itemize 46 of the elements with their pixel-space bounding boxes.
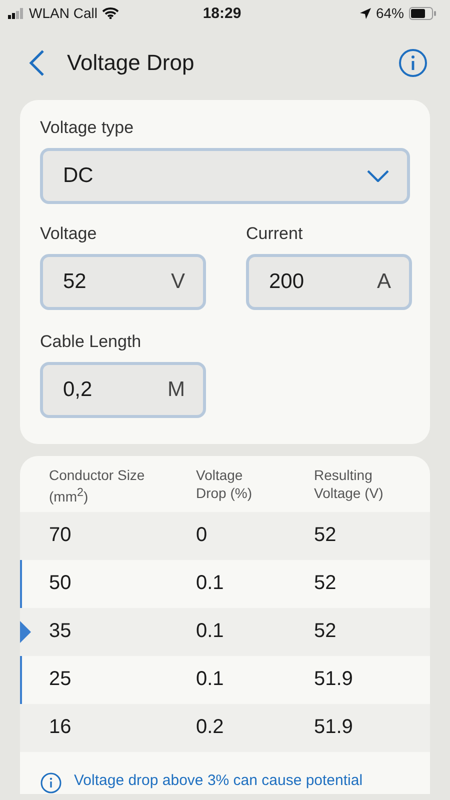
location-icon — [360, 8, 371, 18]
table-cell-text: 35 — [49, 620, 72, 644]
table-cell-text: 16 — [49, 716, 72, 740]
warning-note: Voltage drop above 3% can cause potential — [74, 772, 363, 789]
unit-label: A — [376, 270, 391, 294]
table-cell-text: 52 — [314, 572, 338, 596]
signal-icon — [8, 8, 24, 18]
field-label: Voltage — [40, 224, 98, 244]
unit-label: V — [170, 270, 185, 294]
table-cell-text: 0 — [196, 524, 208, 548]
dropdown-value: DC — [63, 164, 94, 188]
table-cell-text: 0.1 — [196, 620, 225, 644]
field-value: 52 — [63, 270, 86, 294]
table-cell-text: 52 — [314, 524, 338, 548]
carrier-name: WLAN Call — [29, 5, 98, 21]
table-cell-text: 51.9 — [314, 716, 354, 740]
column-header: Voltage Drop (%) — [196, 466, 254, 503]
field-value: 200 — [269, 270, 304, 294]
table-cell-text: 70 — [49, 524, 72, 548]
field-label: Current — [246, 224, 304, 244]
unit-label: M — [168, 378, 185, 402]
wifi-icon — [102, 7, 120, 19]
column-header: Conductor Size (mm$^{2}$) — [49, 466, 146, 506]
table-cell-text: 50 — [49, 572, 72, 596]
info-icon — [40, 772, 62, 794]
table-cell-text: 51.9 — [314, 668, 354, 692]
back-icon[interactable] — [29, 49, 45, 77]
field-label: Cable Length — [40, 332, 142, 352]
input-field[interactable]: 200 A — [246, 254, 412, 310]
info-icon[interactable] — [398, 48, 428, 78]
table-cell-text: 0.1 — [196, 572, 225, 596]
battery-icon — [409, 6, 436, 20]
clock-time: 18:29 — [202, 4, 242, 22]
column-header: Resulting Voltage (V) — [314, 466, 384, 503]
voltage-type-dropdown[interactable]: DC — [40, 148, 410, 204]
input-field[interactable]: 0,2 M — [40, 362, 206, 418]
table-cell-text: 0.2 — [196, 716, 225, 740]
field-value: 0,2 — [63, 378, 92, 402]
input-field[interactable]: 52 V — [40, 254, 206, 310]
table-cell-text: 52 — [314, 620, 338, 644]
table-cell-text: 25 — [49, 668, 72, 692]
field-label: Voltage type — [40, 118, 135, 138]
chevron-down-icon — [367, 170, 389, 182]
page-title: Voltage Drop — [67, 50, 196, 76]
battery-percent: 64% — [376, 5, 404, 21]
table-cell-text: 0.1 — [196, 668, 225, 692]
